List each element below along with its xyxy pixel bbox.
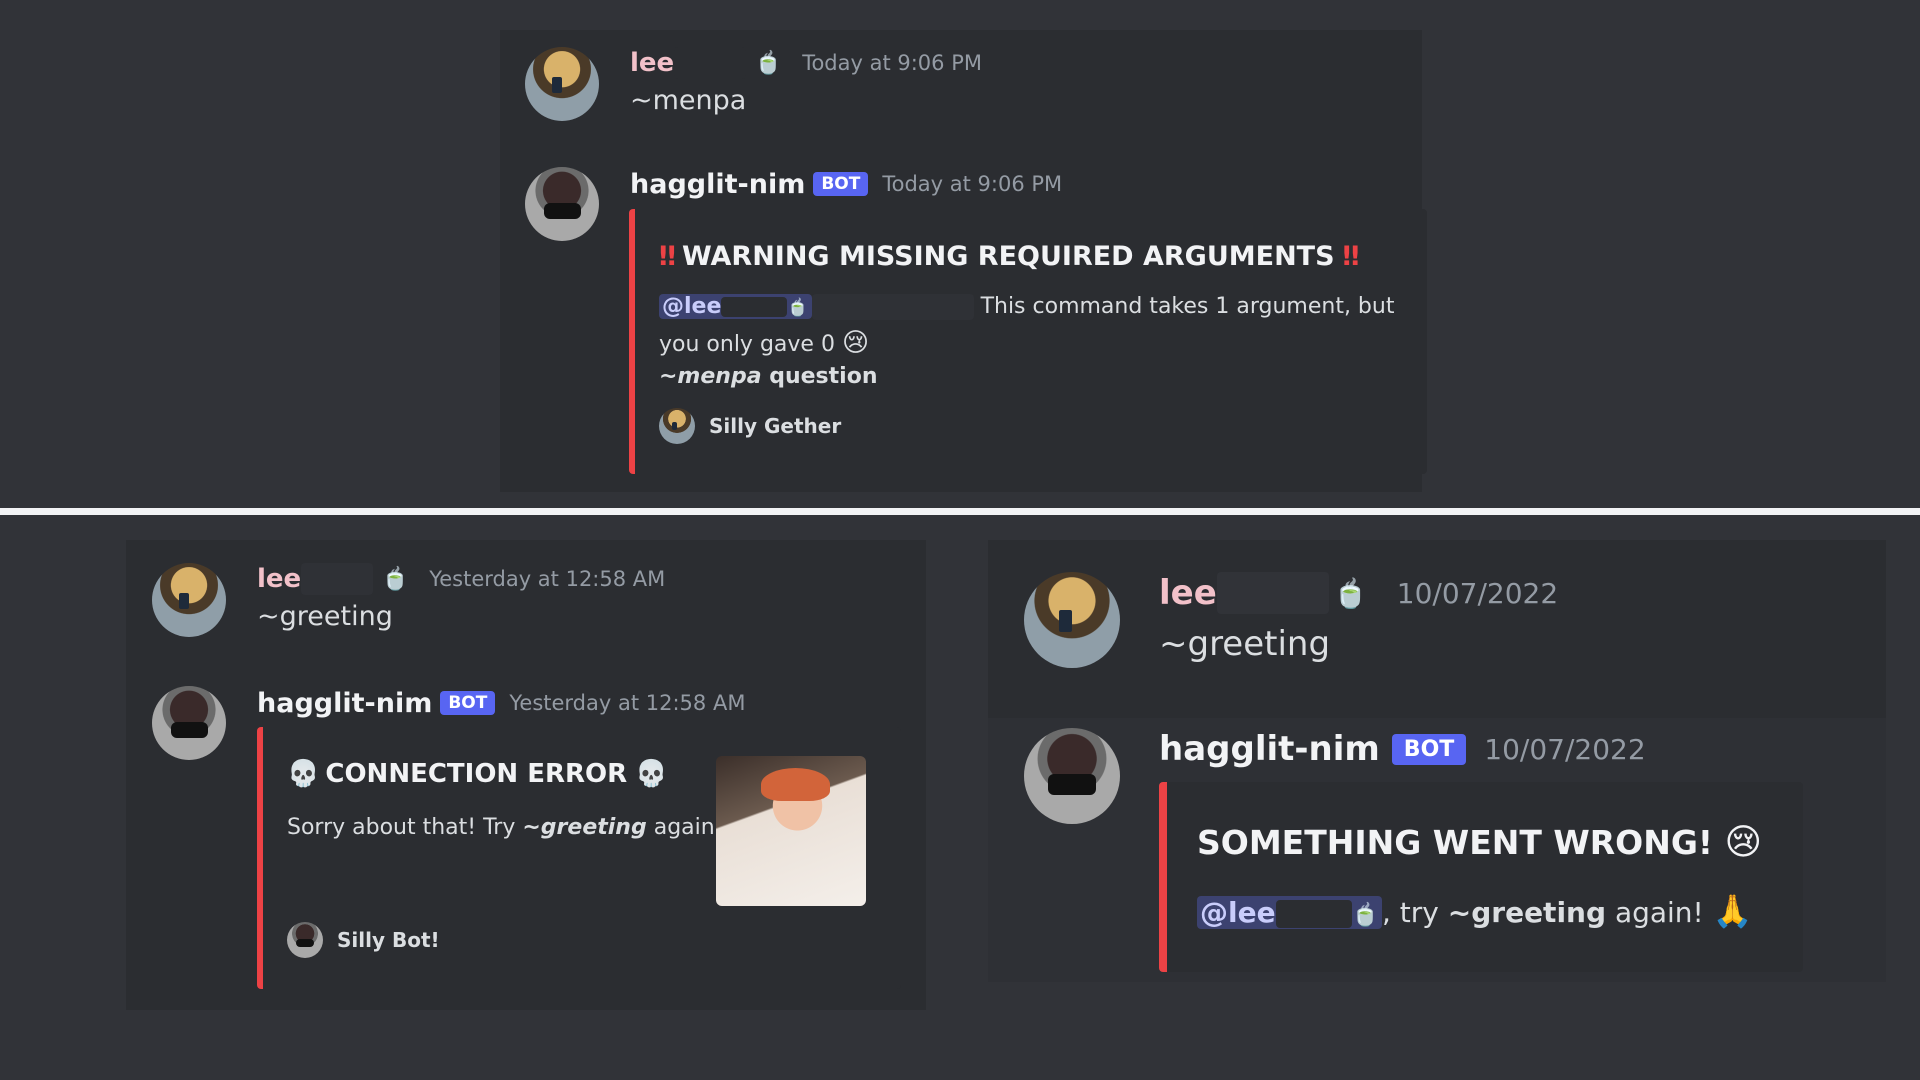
message-header: lee 🍵 Yesterday at 12:58 AM bbox=[257, 563, 665, 595]
username[interactable]: lee bbox=[630, 48, 674, 78]
message-content: ~menpa bbox=[630, 85, 747, 116]
bot-tag: BOT bbox=[440, 691, 496, 715]
redacted-name bbox=[301, 563, 374, 595]
embed-title: SOMETHING WENT WRONG! 😢 bbox=[1197, 822, 1762, 863]
message-header: hagglit-nim BOT Yesterday at 12:58 AM bbox=[257, 686, 745, 720]
tea-emoji: 🍵 bbox=[1351, 903, 1379, 928]
bot-tag: BOT bbox=[1391, 733, 1467, 765]
folded-hands-icon: 🙏 bbox=[1712, 892, 1753, 930]
embed-title-text: CONNECTION ERROR bbox=[325, 759, 628, 789]
bot-username[interactable]: hagglit-nim bbox=[257, 688, 432, 719]
bot-avatar[interactable] bbox=[152, 686, 226, 760]
timestamp[interactable]: Yesterday at 12:58 AM bbox=[509, 691, 745, 715]
timestamp[interactable]: Today at 9:06 PM bbox=[882, 172, 1062, 196]
embed-something-wrong: SOMETHING WENT WRONG! 😢 @lee 🍵, try ~gree… bbox=[1159, 782, 1803, 972]
timestamp[interactable]: Today at 9:06 PM bbox=[802, 51, 982, 75]
embed-description: @lee 🍵, try ~greeting again! 🙏 bbox=[1197, 892, 1753, 930]
description-command: ~greeting bbox=[522, 815, 647, 840]
double-exclamation-icon: ‼ bbox=[1342, 241, 1360, 272]
user-avatar[interactable] bbox=[1024, 572, 1120, 668]
usage-command: ~menpa bbox=[659, 364, 762, 389]
description-text-end: again bbox=[653, 815, 715, 840]
description-text-end: again! bbox=[1614, 896, 1704, 929]
embed-line-2-text: you only gave 0 bbox=[659, 332, 835, 357]
embed-title-text: SOMETHING WENT WRONG! bbox=[1197, 823, 1713, 862]
message-header: lee 🍵 Today at 9:06 PM bbox=[630, 47, 982, 79]
message-content: ~greeting bbox=[257, 601, 393, 632]
skull-icon: 💀 bbox=[287, 759, 320, 789]
embed-line-1-text: This command takes 1 argument, but bbox=[980, 294, 1395, 319]
bot-avatar[interactable] bbox=[1024, 728, 1120, 824]
message-header: hagglit-nim BOT 10/07/2022 bbox=[1159, 728, 1646, 770]
embed-thumbnail[interactable] bbox=[716, 756, 866, 906]
description-text: Sorry about that! Try bbox=[287, 815, 516, 840]
timestamp[interactable]: 10/07/2022 bbox=[1397, 577, 1558, 610]
footer-avatar bbox=[659, 408, 695, 444]
divider bbox=[0, 508, 1920, 515]
bot-username[interactable]: hagglit-nim bbox=[630, 169, 805, 200]
embed-line-1: @lee 🍵 This command takes 1 argument, but bbox=[659, 294, 1394, 320]
crying-face-icon: 😢 bbox=[841, 328, 870, 358]
redacted-name bbox=[674, 47, 747, 79]
tea-emoji: 🍵 bbox=[754, 50, 782, 76]
embed-description: Sorry about that! Try ~greeting again bbox=[287, 815, 715, 840]
tea-emoji: 🍵 bbox=[1333, 576, 1369, 610]
description-text: , try bbox=[1381, 896, 1439, 929]
description-command: ~greeting bbox=[1447, 896, 1607, 929]
redacted-text bbox=[811, 294, 974, 320]
username[interactable]: lee bbox=[257, 564, 301, 594]
bot-username[interactable]: hagglit-nim bbox=[1159, 729, 1380, 769]
timestamp[interactable]: Yesterday at 12:58 AM bbox=[429, 567, 665, 591]
embed-usage: ~menpa question bbox=[659, 364, 877, 389]
footer-text: Silly Bot! bbox=[337, 928, 440, 952]
footer-avatar bbox=[287, 922, 323, 958]
message-header: lee 🍵 10/07/2022 bbox=[1159, 572, 1558, 614]
embed-title: 💀 CONNECTION ERROR 💀 bbox=[287, 759, 668, 789]
bot-tag: BOT bbox=[813, 172, 869, 196]
embed-line-2: you only gave 0 😢 bbox=[659, 328, 869, 358]
user-avatar[interactable] bbox=[525, 47, 599, 121]
double-exclamation-icon: ‼ bbox=[659, 241, 676, 272]
embed-footer: Silly Bot! bbox=[287, 922, 440, 958]
user-mention[interactable]: @lee 🍵 bbox=[659, 294, 812, 319]
embed-footer: Silly Gether bbox=[659, 408, 841, 444]
user-mention[interactable]: @lee 🍵 bbox=[1197, 896, 1382, 929]
message-header: hagglit-nim BOT Today at 9:06 PM bbox=[630, 167, 1062, 201]
embed-title-text: WARNING MISSING REQUIRED ARGUMENTS bbox=[681, 241, 1335, 272]
tea-emoji: 🍵 bbox=[787, 298, 809, 318]
embed-title: ‼ WARNING MISSING REQUIRED ARGUMENTS ‼ bbox=[659, 241, 1359, 272]
username[interactable]: lee bbox=[1159, 573, 1217, 613]
crying-face-icon: 😢 bbox=[1724, 822, 1763, 863]
embed-warning: ‼ WARNING MISSING REQUIRED ARGUMENTS ‼ @le… bbox=[629, 209, 1427, 474]
footer-text: Silly Gether bbox=[709, 414, 842, 438]
message-content: ~greeting bbox=[1159, 624, 1331, 664]
embed-connection-error: 💀 CONNECTION ERROR 💀 Sorry about that! Try… bbox=[257, 727, 901, 989]
bot-avatar[interactable] bbox=[525, 167, 599, 241]
tea-emoji: 🍵 bbox=[381, 566, 409, 592]
timestamp[interactable]: 10/07/2022 bbox=[1484, 733, 1645, 766]
user-avatar[interactable] bbox=[152, 563, 226, 637]
usage-argument: question bbox=[769, 364, 878, 389]
skull-icon: 💀 bbox=[635, 759, 668, 789]
redacted-name bbox=[1216, 572, 1329, 614]
